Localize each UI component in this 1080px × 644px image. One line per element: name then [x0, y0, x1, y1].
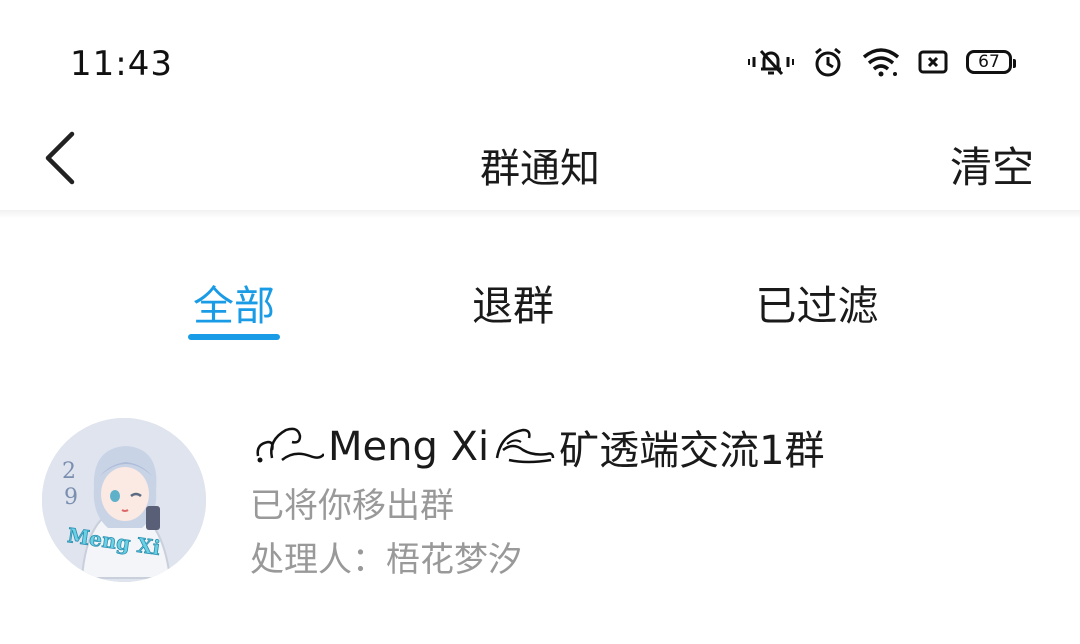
svg-text:9: 9 — [64, 485, 78, 510]
group-avatar[interactable]: 2 9 Meng Xi — [42, 418, 206, 582]
status-icons: 67 — [748, 46, 1016, 78]
vibrate-mute-icon — [748, 47, 794, 77]
decorative-wing-icon — [493, 420, 555, 474]
notice-handler: 处理人：梧花梦汐 — [250, 540, 522, 580]
page-title: 群通知 — [480, 146, 600, 192]
battery-level: 67 — [978, 52, 1000, 72]
status-time: 11:43 — [70, 44, 173, 84]
sim-absent-icon — [918, 49, 948, 75]
tab-filtered[interactable]: 已过滤 — [756, 272, 879, 332]
active-tab-indicator — [188, 334, 280, 340]
status-bar: 11:43 67 — [0, 0, 1080, 110]
group-notifications-screen: 11:43 67 群通知 清空 全部 退群 已过滤 2 9 Meng Xi Me… — [0, 0, 1080, 644]
clear-button[interactable]: 清空 — [950, 134, 1034, 195]
notice-message: 已将你移出群 — [250, 486, 454, 526]
header-divider — [0, 210, 1080, 218]
tab-quit-group[interactable]: 退群 — [472, 272, 554, 332]
tab-bar: 全部 退群 已过滤 — [0, 262, 1080, 342]
battery-icon: 67 — [966, 50, 1016, 74]
decorative-swirl-icon — [254, 420, 326, 474]
group-name-suffix: 矿透端交流1群 — [559, 428, 825, 474]
title-bar: 群通知 清空 — [0, 110, 1080, 210]
group-name-prefix: Meng Xi — [328, 424, 490, 470]
alarm-icon — [812, 46, 844, 78]
notification-item[interactable]: 2 9 Meng Xi Meng Xi 矿透端交流1群 已将你移出群 处理人：梧… — [0, 410, 1080, 590]
group-name: Meng Xi 矿透端交流1群 — [250, 418, 825, 476]
tab-all[interactable]: 全部 — [193, 272, 275, 332]
avatar-illustration: 2 9 Meng Xi — [42, 418, 206, 582]
svg-text:2: 2 — [62, 459, 76, 484]
wifi-icon — [862, 47, 900, 77]
